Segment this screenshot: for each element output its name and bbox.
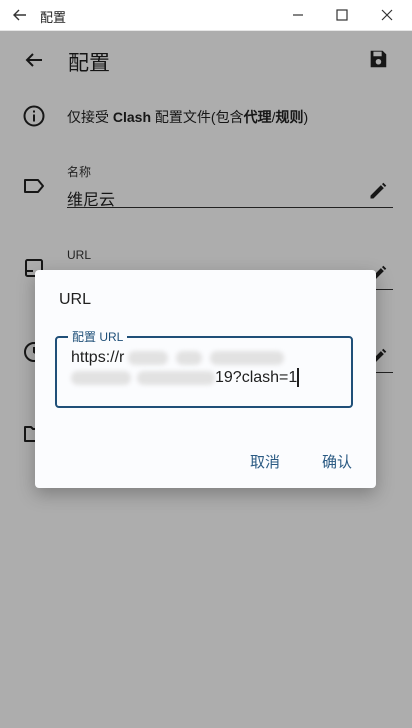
maximize-icon[interactable] bbox=[332, 5, 352, 25]
back-arrow-icon[interactable] bbox=[10, 5, 30, 25]
redacted-blur bbox=[210, 350, 285, 365]
url-text-start: https://r bbox=[71, 349, 125, 366]
redacted-blur bbox=[128, 350, 169, 365]
window-titlebar: 配置 bbox=[0, 0, 412, 31]
redacted-blur bbox=[137, 370, 215, 385]
redacted-blur bbox=[71, 370, 131, 385]
redacted-blur bbox=[176, 350, 203, 365]
url-dialog: URL 配置 URL https://r 19?clash=1 取消 确认 bbox=[35, 270, 376, 488]
config-url-text[interactable]: https://r 19?clash=1 bbox=[71, 348, 341, 388]
config-url-input[interactable]: 配置 URL https://r 19?clash=1 bbox=[55, 328, 353, 408]
dialog-title: URL bbox=[59, 291, 92, 308]
close-icon[interactable] bbox=[377, 5, 397, 25]
cancel-button[interactable]: 取消 bbox=[250, 451, 280, 472]
minimize-icon[interactable] bbox=[288, 5, 308, 25]
config-url-label: 配置 URL bbox=[68, 328, 128, 345]
text-cursor bbox=[297, 368, 300, 388]
confirm-button[interactable]: 确认 bbox=[322, 451, 352, 472]
url-text-end: 19?clash=1 bbox=[215, 369, 298, 386]
window-title: 配置 bbox=[40, 10, 67, 25]
